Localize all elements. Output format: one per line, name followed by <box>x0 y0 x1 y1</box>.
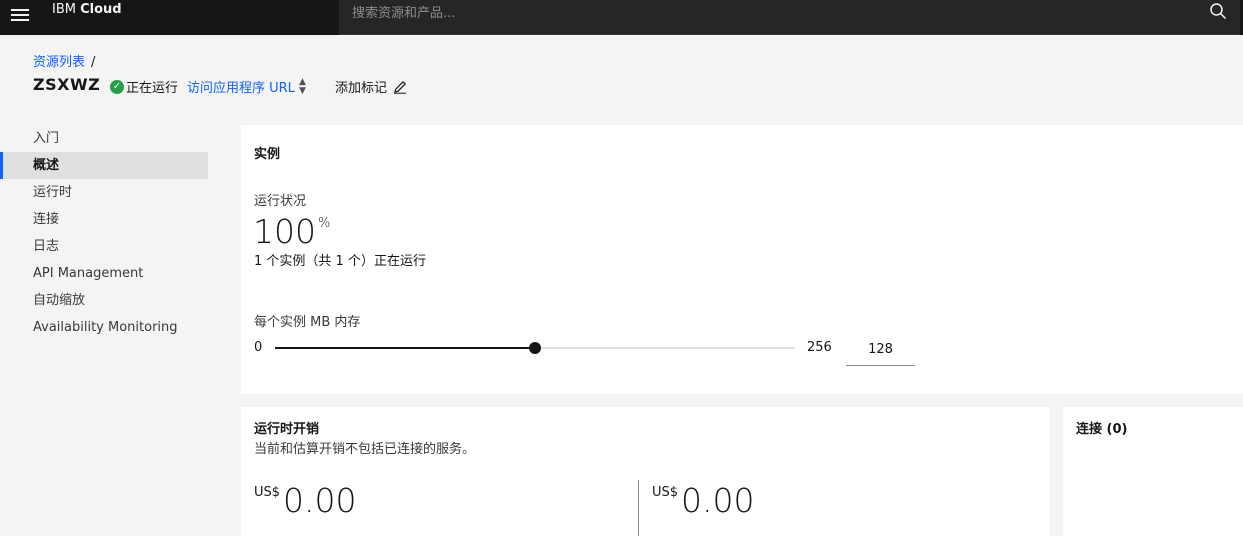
health-percent: 100 <box>253 212 316 251</box>
slider-handle[interactable] <box>529 342 541 354</box>
brand-name: Cloud <box>80 2 122 17</box>
running-instances-text: 1 个实例（共 1 个）正在运行 <box>254 254 426 269</box>
connections-title: 连接 (0) <box>1076 422 1128 437</box>
memory-label: 每个实例 MB 内存 <box>254 315 361 330</box>
estimated-cost: US$ 0.00 <box>652 481 755 520</box>
memory-slider[interactable] <box>275 342 795 354</box>
menu-icon[interactable] <box>11 9 29 23</box>
sidebar-item-availability-monitoring[interactable]: Availability Monitoring <box>0 314 208 341</box>
search-input[interactable]: 搜索资源和产品... <box>339 0 1240 35</box>
breadcrumb-separator: / <box>91 55 96 70</box>
sidebar-item-api-management[interactable]: API Management <box>0 260 208 287</box>
visit-app-url-label: 访问应用程序 URL <box>187 81 295 96</box>
sidebar-item-runtime[interactable]: 运行时 <box>0 179 208 206</box>
health-unit: % <box>318 216 331 231</box>
estimated-cost-amount: 0.00 <box>681 481 755 520</box>
slider-max: 256 <box>807 340 832 355</box>
sidebar-item-connections[interactable]: 连接 <box>0 206 208 233</box>
side-nav: 入门 概述 运行时 连接 日志 API Management 自动缩放 Avai… <box>0 125 208 341</box>
status-text: 正在运行 <box>126 81 179 96</box>
sidebar-item-getting-started[interactable]: 入门 <box>0 125 208 152</box>
current-cost: US$ 0.00 <box>254 481 357 520</box>
breadcrumb-resource-list-link[interactable]: 资源列表 <box>33 55 85 70</box>
search-icon[interactable] <box>1209 2 1227 20</box>
memory-value-input[interactable] <box>846 333 915 366</box>
status-badge: ✓ 正在运行 <box>110 77 178 96</box>
instances-title: 实例 <box>254 147 281 162</box>
health-label: 运行状况 <box>254 194 307 209</box>
add-tag-label: 添加标记 <box>335 81 388 96</box>
sidebar-item-overview[interactable]: 概述 <box>0 152 208 179</box>
breadcrumb: 资源列表 / <box>33 51 95 70</box>
brand-logo[interactable]: IBM Cloud <box>52 2 122 17</box>
slider-fill <box>275 347 535 349</box>
cost-divider <box>638 480 639 536</box>
top-nav-bar: IBM Cloud 搜索资源和产品... <box>0 0 1243 35</box>
sort-chevron-icon: ▲ ▼ <box>298 76 306 96</box>
sidebar-item-autoscaling[interactable]: 自动缩放 <box>0 287 208 314</box>
runtime-costs-card: 运行时开销 当前和估算开销不包括已连接的服务。 US$ 0.00 US$ 0.0… <box>241 407 1050 536</box>
brand-prefix: IBM <box>52 2 76 17</box>
current-cost-currency: US$ <box>254 485 281 500</box>
estimated-cost-currency: US$ <box>652 485 679 500</box>
search-placeholder: 搜索资源和产品... <box>352 6 456 21</box>
slider-min: 0 <box>254 340 263 355</box>
runtime-costs-title: 运行时开销 <box>254 422 320 437</box>
page-title: ZSXWZ <box>33 75 101 94</box>
sidebar-item-logs[interactable]: 日志 <box>0 233 208 260</box>
add-tag-button[interactable]: 添加标记 <box>335 77 407 96</box>
pencil-icon <box>394 80 407 94</box>
connections-card: 连接 (0) <box>1063 407 1243 536</box>
current-cost-amount: 0.00 <box>283 481 357 520</box>
health-value: 100% <box>253 212 330 251</box>
visit-app-url-link[interactable]: 访问应用程序 URL ▲ ▼ <box>187 77 306 96</box>
instances-card: 实例 运行状况 100% 1 个实例（共 1 个）正在运行 每个实例 MB 内存… <box>241 125 1243 394</box>
check-circle-icon: ✓ <box>110 79 124 94</box>
runtime-costs-subtitle: 当前和估算开销不包括已连接的服务。 <box>254 442 476 457</box>
